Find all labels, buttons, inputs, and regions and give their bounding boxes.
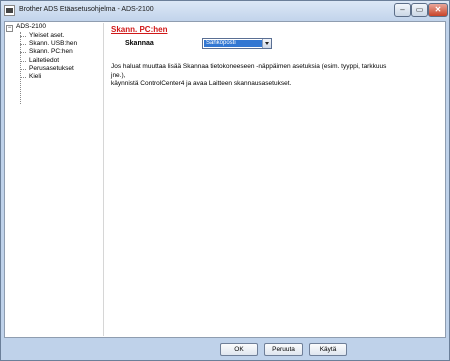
info-line: Jos haluat muuttaa lisää Skannaa tietoko…	[111, 63, 387, 79]
apply-button[interactable]: Käytä	[309, 343, 347, 356]
collapse-icon[interactable]: −	[6, 25, 13, 32]
tree-item-initial-setup[interactable]: Perusasetukset	[20, 65, 74, 72]
title-bar: Brother ADS Etäasetusohjelma - ADS-2100 …	[1, 1, 449, 21]
scan-label: Skannaa	[125, 40, 154, 47]
tree-item-label: Kieli	[29, 73, 42, 80]
scan-select-value: Sähköposti	[204, 40, 262, 47]
tree-root-label: ADS-2100	[16, 23, 46, 30]
maximize-button[interactable]: ▭	[411, 3, 428, 17]
info-text: Jos haluat muuttaa lisää Skannaa tietoko…	[111, 63, 391, 89]
pane-divider	[103, 23, 104, 336]
ok-button[interactable]: OK	[220, 343, 258, 356]
tree-item-scan-to-pc[interactable]: Skann. PC:hen	[20, 48, 73, 55]
tree-item-label: Yleiset aset.	[29, 32, 65, 39]
tree-item-scan-to-usb[interactable]: Skann. USB:hen	[20, 40, 77, 47]
app-icon	[4, 5, 15, 16]
close-button[interactable]: ✕	[428, 3, 448, 17]
cancel-button[interactable]: Peruuta	[264, 343, 303, 356]
chevron-down-icon[interactable]	[262, 39, 271, 48]
tree-item-label: Skann. PC:hen	[29, 48, 73, 55]
settings-tree: − ADS-2100 Yleiset aset. Skann. USB:hen …	[6, 23, 102, 336]
tree-item-label: Perusasetukset	[29, 65, 74, 72]
page-title: Skann. PC:hen	[111, 25, 168, 34]
tree-item-machine-info[interactable]: Laitetiedot	[20, 57, 59, 64]
tree-item-label: Skann. USB:hen	[29, 40, 78, 47]
window-title: Brother ADS Etäasetusohjelma - ADS-2100	[19, 6, 154, 13]
info-line: käynnistä ControlCenter4 ja avaa Laittee…	[111, 80, 292, 87]
minimize-button[interactable]: –	[394, 3, 411, 17]
tree-item-label: Laitetiedot	[29, 57, 59, 64]
app-window: Brother ADS Etäasetusohjelma - ADS-2100 …	[0, 0, 450, 361]
scan-select[interactable]: Sähköposti	[202, 38, 272, 49]
tree-item-language[interactable]: Kieli	[20, 73, 41, 80]
tree-item-general[interactable]: Yleiset aset.	[20, 32, 64, 39]
tree-root[interactable]: − ADS-2100	[6, 23, 46, 32]
